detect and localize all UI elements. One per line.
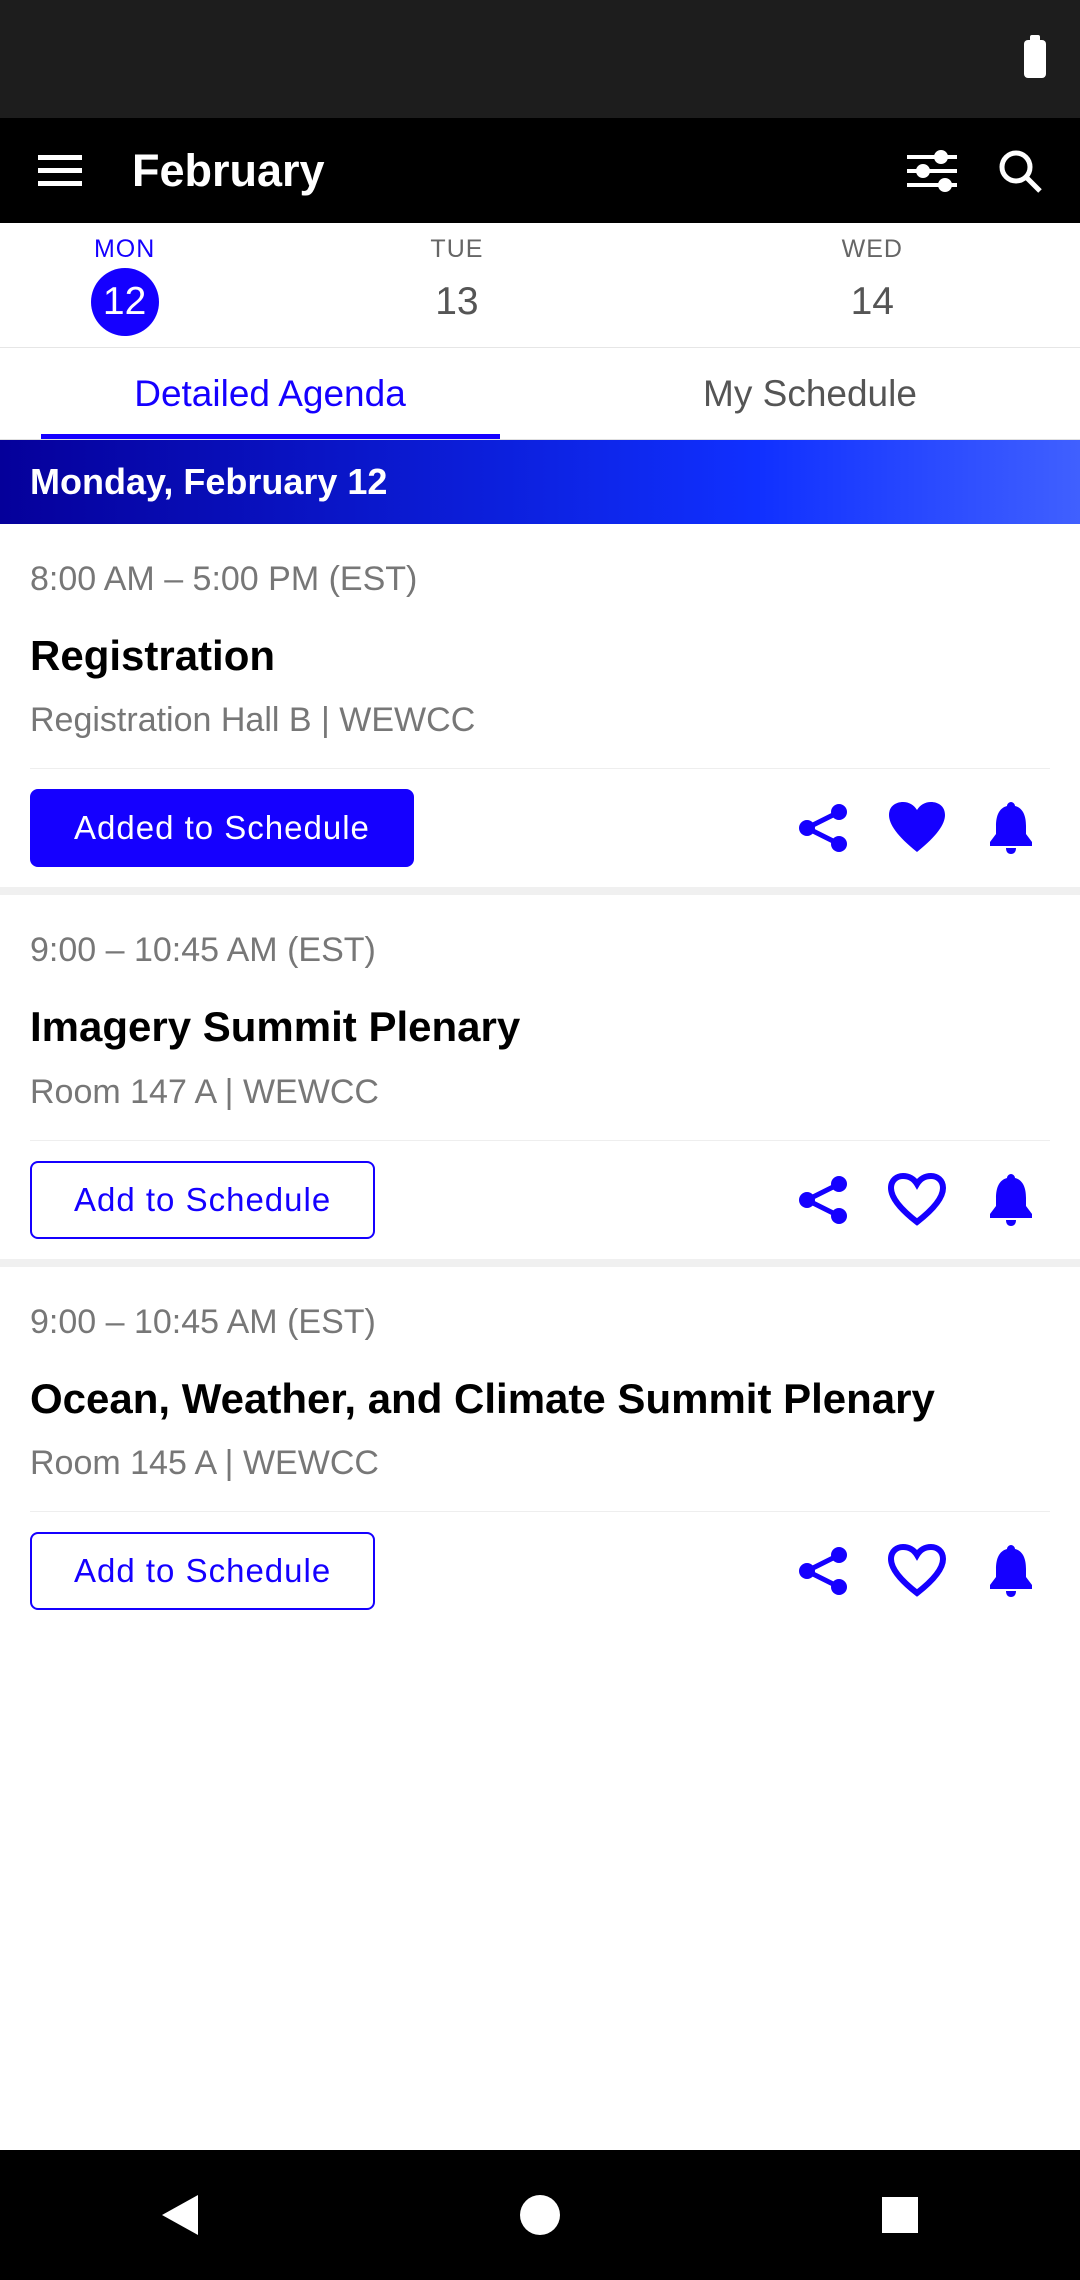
share-icon <box>795 800 851 856</box>
session-location: Room 145 A | WEWCC <box>30 1444 1050 1483</box>
day-label: MON <box>94 235 155 264</box>
session-card[interactable]: 8:00 AM – 5:00 PM (EST) Registration Reg… <box>0 524 1080 887</box>
session-title: Imagery Summit Plenary <box>30 1002 1050 1052</box>
day-label: WED <box>842 235 903 264</box>
heart-outline-icon <box>887 1543 947 1599</box>
share-button[interactable] <box>790 1167 856 1233</box>
battery-icon <box>1024 40 1046 78</box>
bell-icon <box>986 800 1036 856</box>
day-tabs: MON 12 TUE 13 WED 14 <box>0 223 1080 348</box>
session-title: Registration <box>30 631 1050 681</box>
status-bar <box>0 0 1080 118</box>
triangle-back-icon <box>162 2195 198 2235</box>
day-tab-tue[interactable]: TUE 13 <box>249 223 664 347</box>
day-number: 12 <box>91 268 159 336</box>
sliders-icon <box>907 149 957 193</box>
session-card[interactable]: 9:00 – 10:45 AM (EST) Ocean, Weather, an… <box>0 1267 1080 1630</box>
favorite-button[interactable] <box>884 795 950 861</box>
search-button[interactable] <box>980 131 1060 211</box>
search-icon <box>996 147 1044 195</box>
day-tab-mon[interactable]: MON 12 <box>0 223 249 347</box>
session-time: 9:00 – 10:45 AM (EST) <box>30 931 1050 970</box>
app-bar: February <box>0 118 1080 223</box>
share-button[interactable] <box>790 795 856 861</box>
tab-my-schedule[interactable]: My Schedule <box>540 348 1080 439</box>
recent-button[interactable] <box>870 2185 930 2245</box>
session-title: Ocean, Weather, and Climate Summit Plena… <box>30 1374 1050 1424</box>
bell-icon <box>986 1543 1036 1599</box>
schedule-button[interactable]: Added to Schedule <box>30 789 414 867</box>
app-title: February <box>100 145 892 197</box>
square-recent-icon <box>882 2197 918 2233</box>
share-icon <box>795 1543 851 1599</box>
date-header: Monday, February 12 <box>0 440 1080 524</box>
bell-icon <box>986 1172 1036 1228</box>
back-button[interactable] <box>150 2185 210 2245</box>
session-actions: Add to Schedule <box>30 1140 1050 1259</box>
session-location: Registration Hall B | WEWCC <box>30 701 1050 740</box>
session-time: 9:00 – 10:45 AM (EST) <box>30 1303 1050 1342</box>
menu-button[interactable] <box>20 131 100 211</box>
session-actions: Add to Schedule <box>30 1511 1050 1630</box>
session-location: Room 147 A | WEWCC <box>30 1073 1050 1112</box>
day-tab-wed[interactable]: WED 14 <box>665 223 1080 347</box>
favorite-button[interactable] <box>884 1167 950 1233</box>
day-number: 14 <box>838 268 906 336</box>
favorite-button[interactable] <box>884 1538 950 1604</box>
day-label: TUE <box>430 235 483 264</box>
schedule-button[interactable]: Add to Schedule <box>30 1161 375 1239</box>
circle-home-icon <box>520 2195 560 2235</box>
session-actions: Added to Schedule <box>30 768 1050 887</box>
day-number: 13 <box>423 268 491 336</box>
session-card[interactable]: 9:00 – 10:45 AM (EST) Imagery Summit Ple… <box>0 895 1080 1258</box>
share-icon <box>795 1172 851 1228</box>
view-tabs: Detailed Agenda My Schedule <box>0 348 1080 440</box>
filter-button[interactable] <box>892 131 972 211</box>
heart-filled-icon <box>887 800 947 856</box>
hamburger-icon <box>38 155 82 187</box>
system-nav-bar <box>0 2150 1080 2280</box>
session-time: 8:00 AM – 5:00 PM (EST) <box>30 560 1050 599</box>
session-list: 8:00 AM – 5:00 PM (EST) Registration Reg… <box>0 524 1080 1630</box>
home-button[interactable] <box>510 2185 570 2245</box>
reminder-button[interactable] <box>978 1167 1044 1233</box>
share-button[interactable] <box>790 1538 856 1604</box>
schedule-button[interactable]: Add to Schedule <box>30 1532 375 1610</box>
tab-detailed-agenda[interactable]: Detailed Agenda <box>0 348 540 439</box>
reminder-button[interactable] <box>978 795 1044 861</box>
reminder-button[interactable] <box>978 1538 1044 1604</box>
heart-outline-icon <box>887 1172 947 1228</box>
